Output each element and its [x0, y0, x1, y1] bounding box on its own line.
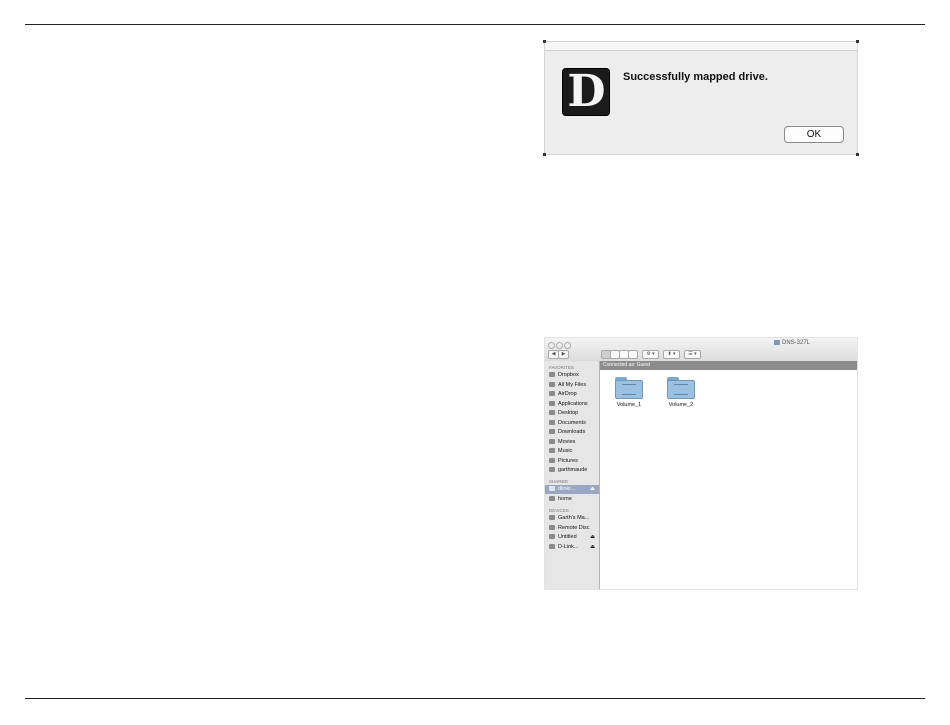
share-mark [622, 384, 636, 395]
sidebar-item-airdrop[interactable]: AirDrop [549, 390, 599, 399]
applications-icon [549, 400, 555, 406]
finder-window: DNS-327L ◀ ▶ ⚙ ▾ ⬍ ▾ ☰ ▾ FAVORITES Dropb… [544, 337, 858, 590]
sidebar-item-shared-server[interactable]: dlinkr... ⏏ [545, 485, 599, 494]
action-menu-button[interactable]: ⚙ ▾ [642, 350, 659, 359]
finder-toolbar: DNS-327L ◀ ▶ ⚙ ▾ ⬍ ▾ ☰ ▾ [545, 338, 857, 362]
sidebar-item-label: Pictures [558, 457, 578, 464]
sidebar-item-label: Movies [558, 438, 576, 445]
window-title: DNS-327L [774, 340, 810, 346]
sidebar-item-all-my-files[interactable]: All My Files [549, 381, 599, 390]
server-icon [549, 486, 555, 491]
logo-letter: D [567, 66, 605, 117]
all-files-icon [549, 381, 555, 387]
sidebar-item-movies[interactable]: Movies [549, 438, 599, 447]
eject-icon[interactable]: ⏏ [590, 543, 595, 552]
coverflow-view-button[interactable] [628, 350, 638, 359]
devices-header: DEVICES [549, 508, 569, 513]
music-icon [549, 448, 555, 453]
disc-icon [549, 524, 555, 530]
folder-label[interactable]: Volume_2 [661, 402, 701, 408]
sidebar-item-downloads[interactable]: Downloads [549, 428, 599, 437]
sidebar-item-desktop[interactable]: Desktop [549, 409, 599, 418]
close-window-button[interactable] [548, 342, 555, 349]
share-menu-button[interactable]: ⬍ ▾ [663, 350, 680, 359]
sidebar-item-dlink[interactable]: D-Link... ⏏ [549, 543, 599, 552]
sidebar-item-applications[interactable]: Applications [549, 400, 599, 409]
folder-volume-2[interactable] [667, 377, 695, 399]
sidebar-item-label: Untitled [558, 534, 577, 540]
sidebar-item-label: Documents [558, 419, 586, 426]
arrange-menu-button[interactable]: ☰ ▾ [684, 350, 701, 359]
bottom-rule [25, 698, 925, 699]
pictures-icon [549, 457, 555, 463]
mapped-drive-dialog: D Successfully mapped drive. OK [543, 40, 859, 156]
sidebar-item-label: AirDrop [558, 391, 577, 397]
forward-button[interactable]: ▶ [558, 350, 569, 359]
sidebar-item-dropbox[interactable]: Dropbox [549, 371, 599, 380]
drive-icon [549, 534, 555, 539]
network-icon [549, 496, 555, 501]
sidebar-item-remote-disc[interactable]: Remote Disc [549, 524, 599, 533]
favorites-header: FAVORITES [549, 365, 574, 370]
airdrop-icon [549, 391, 555, 396]
movies-icon [549, 438, 555, 444]
server-icon [774, 340, 780, 345]
dialog-corner [543, 40, 546, 43]
sidebar-item-untitled[interactable]: Untitled ⏏ [549, 533, 599, 542]
dialog-titlebar[interactable] [545, 42, 857, 51]
share-mark [674, 384, 688, 395]
eject-icon[interactable]: ⏏ [590, 533, 595, 542]
minimize-window-button[interactable] [556, 342, 563, 349]
sidebar-item-label: Garth's Ma... [558, 515, 590, 521]
dialog-corner [856, 40, 859, 43]
eject-icon[interactable]: ⏏ [590, 485, 595, 494]
sidebar-item-pictures[interactable]: Pictures [549, 457, 599, 466]
dlink-logo-icon: D [562, 68, 610, 116]
home-icon [549, 467, 555, 472]
sidebar-item-label: garthmaude [558, 467, 588, 473]
downloads-icon [549, 429, 555, 434]
ok-button[interactable]: OK [784, 126, 844, 143]
dropbox-icon [549, 372, 555, 377]
sidebar-item-label: Dropbox [558, 372, 579, 378]
sidebar-item-label: dlinkr... [558, 486, 576, 492]
window-title-text: DNS-327L [782, 340, 811, 346]
desktop-icon [549, 410, 555, 415]
path-bar: Connected as: Guest [600, 361, 857, 370]
folder-volume-1[interactable] [615, 377, 643, 399]
dialog-corner [543, 153, 546, 156]
sidebar-item-label: Music [558, 448, 573, 454]
folder-label[interactable]: Volume_1 [609, 402, 649, 408]
sidebar-item-label: Desktop [558, 410, 579, 416]
sidebar-item-label: Downloads [558, 429, 586, 435]
shared-header: SHARED [549, 479, 568, 484]
sidebar-item-label: D-Link... [558, 543, 579, 550]
sidebar-item-home[interactable]: home [549, 495, 599, 504]
sidebar-item-label: home [558, 496, 572, 502]
sidebar-item-music[interactable]: Music [549, 447, 599, 456]
computer-icon [549, 515, 555, 520]
sidebar-item-label: All My Files [558, 381, 587, 388]
finder-sidebar: FAVORITES Dropbox All My Files AirDrop A… [545, 361, 600, 589]
documents-icon [549, 419, 555, 425]
sidebar-item-home-folder[interactable]: garthmaude [549, 466, 599, 475]
drive-icon [549, 543, 555, 549]
top-rule [25, 24, 925, 25]
sidebar-item-computer[interactable]: Garth's Ma... [549, 514, 599, 523]
sidebar-item-label: Remote Disc [558, 524, 590, 531]
sidebar-item-label: Applications [558, 400, 588, 407]
zoom-window-button[interactable] [564, 342, 571, 349]
sidebar-item-documents[interactable]: Documents [549, 419, 599, 428]
dialog-corner [856, 153, 859, 156]
dialog-message: Successfully mapped drive. [623, 71, 768, 83]
